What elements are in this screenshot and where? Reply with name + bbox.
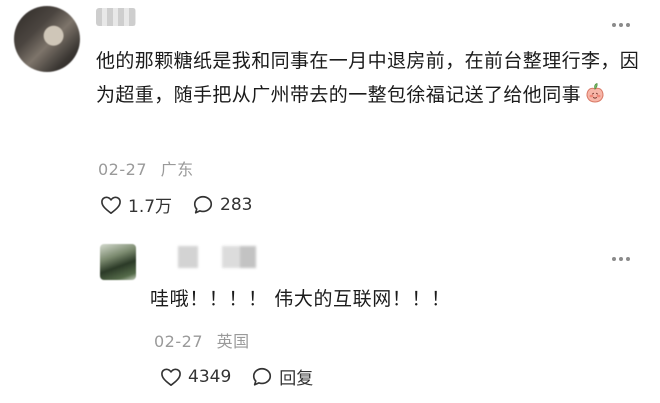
comment-count: 283 xyxy=(220,194,253,215)
heart-outline-icon xyxy=(101,195,121,214)
reply-meta: 02-27 英国 xyxy=(154,328,250,352)
comment-button[interactable]: 283 xyxy=(192,194,253,216)
reply-date: 02-27 xyxy=(154,332,203,351)
commenter-avatar[interactable] xyxy=(14,6,80,72)
replier-avatar[interactable] xyxy=(100,244,136,280)
like-count: 1.7万 xyxy=(128,197,173,217)
reply-label: 回复 xyxy=(279,369,314,389)
peach-blush-emoji-icon xyxy=(583,81,607,116)
reply-like-button[interactable]: 4349 xyxy=(160,367,231,387)
comment-date: 02-27 xyxy=(98,160,147,179)
commenter-name-blurred[interactable] xyxy=(96,8,136,26)
reply-like-count: 4349 xyxy=(188,366,232,387)
replier-name-blurred[interactable] xyxy=(152,246,274,268)
reply-location: 英国 xyxy=(216,332,250,351)
reply-actions: 4349 回复 xyxy=(160,364,333,389)
more-dots-icon[interactable] xyxy=(612,20,636,30)
like-button[interactable]: 1.7万 xyxy=(100,192,172,217)
speech-bubble-icon xyxy=(253,367,272,386)
comment-location: 广东 xyxy=(160,160,194,179)
reply-button[interactable]: 回复 xyxy=(251,364,313,389)
comment-body: 他的那颗糖纸是我和同事在一月中退房前，在前台整理行李，因为超重，随手把从广州带去… xyxy=(96,44,648,116)
reply-body: 哇哦！！！！ 伟大的互联网！！！ xyxy=(150,288,451,310)
heart-outline-icon xyxy=(161,367,181,386)
more-dots-icon[interactable] xyxy=(612,254,636,264)
speech-bubble-icon xyxy=(193,195,213,214)
comment-actions: 1.7万 283 xyxy=(100,192,273,217)
comment-text: 他的那颗糖纸是我和同事在一月中退房前，在前台整理行李，因为超重，随手把从广州带去… xyxy=(96,50,640,106)
comment-meta: 02-27 广东 xyxy=(98,156,194,180)
